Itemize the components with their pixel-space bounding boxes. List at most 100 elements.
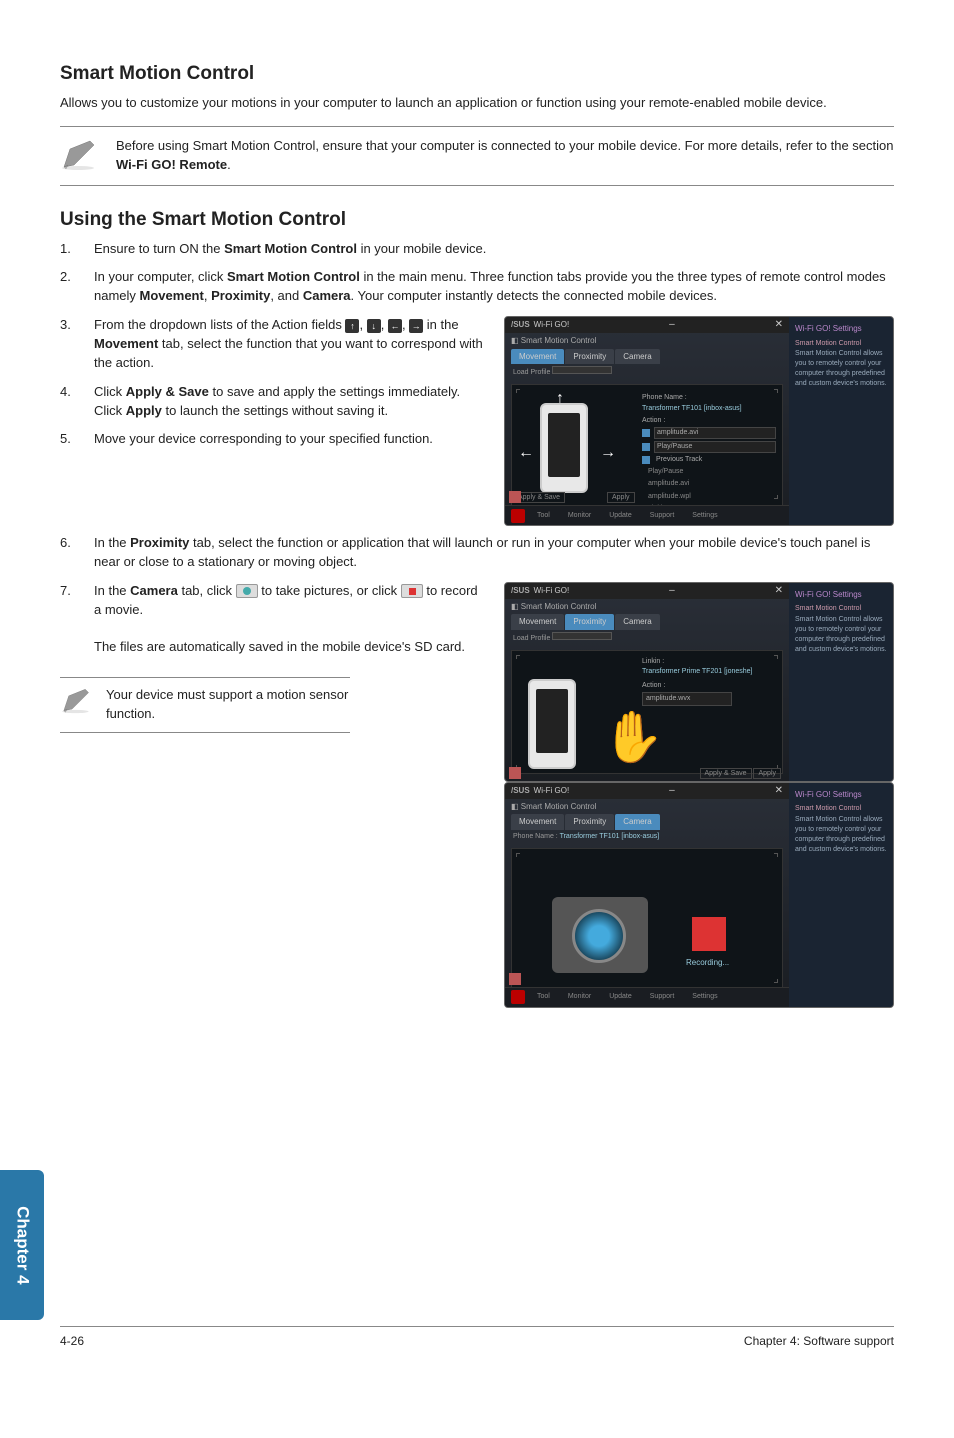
footer-support[interactable]: Support [644,509,681,523]
close-icon[interactable]: ✕ [775,784,783,799]
load-profile-label: Load Profile [513,369,550,376]
app-title: Wi-Fi GO! [534,785,570,797]
load-profile-label: Load Profile [513,635,550,642]
phone-name-label: Phone Name : [513,833,558,840]
apply-save-button[interactable]: Apply & Save [700,768,752,779]
asus-logo-icon[interactable] [511,990,525,1004]
tab-camera[interactable]: Camera [615,349,659,365]
tab-movement[interactable]: Movement [511,614,564,630]
sidebar-title: Wi-Fi GO! Settings [795,789,887,801]
step-5: 5. Move your device corresponding to you… [60,430,484,449]
footer-settings[interactable]: Settings [686,990,723,1004]
action-option[interactable]: amplitude.avi [646,479,776,489]
heading-using-smc: Using the Smart Motion Control [60,206,894,234]
recording-label: Recording... [686,957,729,969]
camera-lens-icon[interactable] [572,909,626,963]
intro-paragraph: Allows you to customize your motions in … [60,94,894,113]
action-label: Action : [642,416,776,426]
footer-monitor[interactable]: Monitor [562,509,597,523]
app-title: Wi-Fi GO! [534,585,570,597]
footer-update[interactable]: Update [603,509,638,523]
note-motion-sensor: Your device must support a motion sensor… [60,677,350,733]
asus-logo-icon[interactable] [511,509,525,523]
footer-tool[interactable]: Tool [531,990,556,1004]
footer-update[interactable]: Update [603,990,638,1004]
camera-snap-icon [236,584,258,598]
window-subtitle: ◧ Smart Motion Control [511,336,596,345]
action-up-icon [642,429,650,437]
footer-monitor[interactable]: Monitor [562,990,597,1004]
sidebar-desc: Smart Motion Control allows you to remot… [795,349,887,390]
step-number: 6. [60,534,94,572]
pencil-icon [60,686,94,714]
step-number: 3. [60,316,94,373]
action-option[interactable]: amplitude.wpl [646,492,776,502]
record-button[interactable] [692,917,726,951]
arrow-down-icon: ↓ [367,319,381,333]
sidebar-section: Smart Motion Control [795,804,887,814]
phone-model-value: Transformer TF101 [inbox-asus] [642,404,776,414]
step-4: 4. Click Apply & Save to save and apply … [60,383,484,421]
footer-tool[interactable]: Tool [531,509,556,523]
chapter-side-tab: Chapter 4 [0,1170,44,1320]
motion-right-icon: → [600,441,616,464]
action-down-icon [642,443,650,451]
minimize-icon[interactable]: – [669,784,675,799]
close-icon[interactable]: ✕ [775,584,783,599]
step-2: 2. In your computer, click Smart Motion … [60,268,894,306]
apply-button[interactable]: Apply [753,768,781,779]
tab-movement[interactable]: Movement [511,814,564,830]
action-option[interactable]: Previous Track [654,455,776,465]
home-icon[interactable] [509,973,521,985]
arrow-right-icon: → [409,319,423,333]
footer-settings[interactable]: Settings [686,509,723,523]
step-3: 3. From the dropdown lists of the Action… [60,316,484,373]
note-text: Your device must support a motion sensor… [106,686,350,724]
step-number: 7. [60,582,94,657]
step-7: 7. In the Camera tab, click to take pict… [60,582,484,657]
window-subtitle: ◧ Smart Motion Control [511,602,596,611]
step-number: 1. [60,240,94,259]
action-dropdown-2[interactable]: Play/Pause [654,441,776,453]
prox-section-label: Linkin : [642,657,753,667]
close-icon[interactable]: ✕ [775,318,783,333]
screenshot-movement-tab: /SUS Wi-Fi GO!–✕ ◧ Smart Motion Control … [504,316,894,526]
step-6: 6. In the Proximity tab, select the func… [60,534,894,572]
minimize-icon[interactable]: – [669,584,675,599]
record-icon [401,584,423,598]
tab-proximity[interactable]: Proximity [565,814,614,830]
action-label: Action : [642,681,753,691]
heading-smart-motion-control: Smart Motion Control [60,60,894,88]
chapter-label: Chapter 4: Software support [744,1333,894,1350]
action-dropdown-1[interactable]: amplitude.avi [654,427,776,439]
window-subtitle: ◧ Smart Motion Control [511,802,596,811]
action-option[interactable]: Play/Pause [646,467,776,477]
tab-movement[interactable]: Movement [511,349,564,365]
home-icon[interactable] [509,491,521,503]
apply-button[interactable]: Apply [607,492,635,503]
motion-left-icon: ← [518,441,534,464]
screenshot-camera-tab: /SUS Wi-Fi GO!–✕ ◧ Smart Motion Control … [504,782,894,1008]
phone-model-value: Transformer TF101 [inbox-asus] [560,833,660,840]
app-logo: /SUS [511,785,530,797]
load-profile-dropdown[interactable] [552,632,612,640]
phone-name-label: Phone Name : [642,393,776,403]
note-text: Before using Smart Motion Control, ensur… [116,137,894,175]
step-number: 4. [60,383,94,421]
tab-camera[interactable]: Camera [615,614,659,630]
action-left-icon [642,456,650,464]
sidebar-title: Wi-Fi GO! Settings [795,589,887,601]
tab-proximity[interactable]: Proximity [565,349,614,365]
phone-graphic [540,403,588,493]
home-icon[interactable] [509,767,521,779]
minimize-icon[interactable]: – [669,318,675,333]
footer-support[interactable]: Support [644,990,681,1004]
prox-action-dropdown[interactable]: amplitude.wvx [642,692,732,706]
load-profile-dropdown[interactable] [552,366,612,374]
pencil-icon [60,137,100,171]
screenshot-proximity-tab: /SUS Wi-Fi GO!–✕ ◧ Smart Motion Control … [504,582,894,782]
arrow-up-icon: ↑ [345,319,359,333]
tab-proximity[interactable]: Proximity [565,614,614,630]
sidebar-desc: Smart Motion Control allows you to remot… [795,615,887,656]
tab-camera[interactable]: Camera [615,814,659,830]
